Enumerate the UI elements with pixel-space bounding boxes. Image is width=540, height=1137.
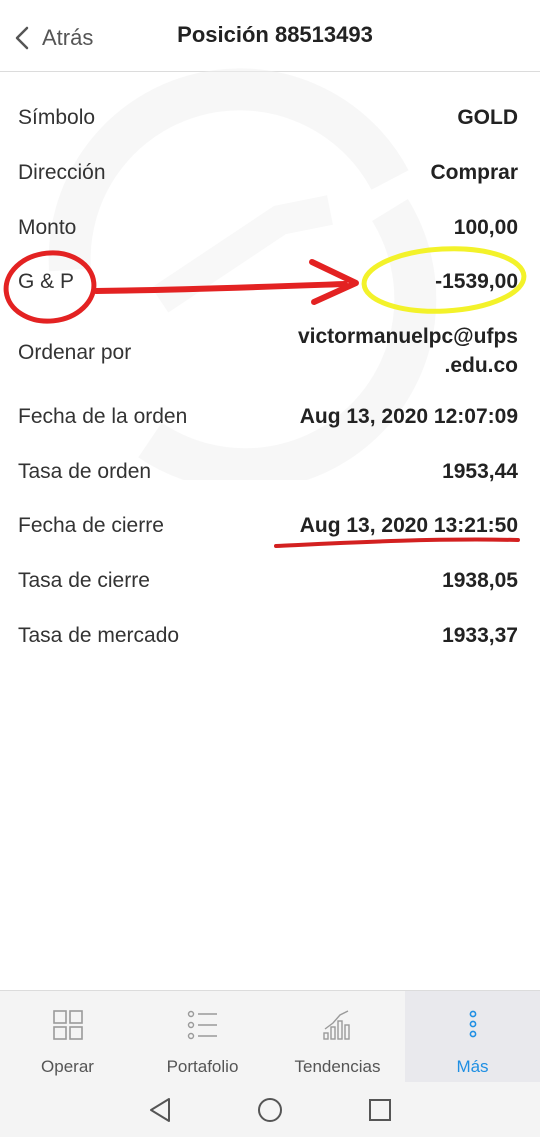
tab-mas[interactable]: Más [405, 991, 540, 1083]
detail-row-direction: Dirección Comprar [18, 161, 518, 185]
ordered-by-label: Ordenar por [18, 341, 132, 364]
system-navigation-bar [0, 1082, 540, 1137]
back-triangle-icon[interactable] [140, 1090, 180, 1130]
market-rate-value: 1933,37 [442, 624, 518, 647]
page-title: Posición 88513493 [177, 22, 373, 47]
order-date-value: Aug 13, 2020 12:07:09 [299, 405, 518, 428]
tab-tendencias-label: Tendencias [294, 1057, 381, 1076]
order-date-label: Fecha de la orden [18, 405, 188, 428]
ordered-by-value: victormanuelpc@ufps .edu.co [298, 322, 518, 380]
more-dots-icon [467, 1007, 479, 1043]
order-rate-value: 1953,44 [442, 460, 518, 483]
close-date-value: Aug 13, 2020 13:21:50 [299, 514, 518, 537]
detail-row-close-date: Fecha de cierre Aug 13, 2020 13:21:50 [18, 514, 518, 538]
order-rate-label: Tasa de orden [18, 460, 152, 483]
tab-portafolio[interactable]: Portafolio [135, 991, 270, 1083]
market-rate-label: Tasa de mercado [18, 624, 180, 647]
red-underline-annotation [274, 537, 520, 548]
bottom-nav: Operar Portafolio Tendencias Más [0, 990, 540, 1083]
list-icon [187, 1007, 219, 1043]
ordered-by-value-line1: victormanuelpc@ufps [297, 325, 518, 348]
ordered-by-value-line2: .edu.co [444, 354, 518, 377]
pnl-value: -1539,00 [435, 270, 518, 293]
close-rate-value: 1938,05 [442, 569, 518, 592]
tab-operar-label: Operar [41, 1057, 94, 1076]
direction-label: Dirección [18, 161, 106, 184]
home-circle-icon[interactable] [250, 1090, 290, 1130]
tab-mas-label: Más [456, 1057, 489, 1076]
detail-row-ordered-by: Ordenar por victormanuelpc@ufps .edu.co [18, 322, 518, 380]
tab-tendencias[interactable]: Tendencias [270, 991, 405, 1083]
pnl-label: G & P [18, 270, 75, 293]
symbol-value: GOLD [457, 106, 518, 129]
close-rate-label: Tasa de cierre [18, 569, 150, 592]
tab-operar[interactable]: Operar [0, 991, 135, 1083]
detail-row-order-date: Fecha de la orden Aug 13, 2020 12:07:09 [18, 405, 518, 429]
amount-label: Monto [18, 216, 77, 239]
amount-value: 100,00 [453, 216, 518, 239]
recents-square-icon[interactable] [360, 1090, 400, 1130]
detail-row-market-rate: Tasa de mercado 1933,37 [18, 624, 518, 648]
detail-row-amount: Monto 100,00 [18, 216, 518, 240]
detail-row-symbol: Símbolo GOLD [18, 106, 518, 130]
grid-icon [52, 1007, 83, 1043]
tab-portafolio-label: Portafolio [166, 1057, 239, 1076]
detail-row-close-rate: Tasa de cierre 1938,05 [18, 569, 518, 593]
bar-chart-icon [322, 1007, 354, 1043]
symbol-label: Símbolo [18, 106, 96, 129]
detail-row-order-rate: Tasa de orden 1953,44 [18, 460, 518, 484]
direction-value: Comprar [430, 161, 518, 184]
detail-row-pnl: G & P -1539,00 [18, 270, 518, 294]
close-date-label: Fecha de cierre [18, 514, 164, 537]
